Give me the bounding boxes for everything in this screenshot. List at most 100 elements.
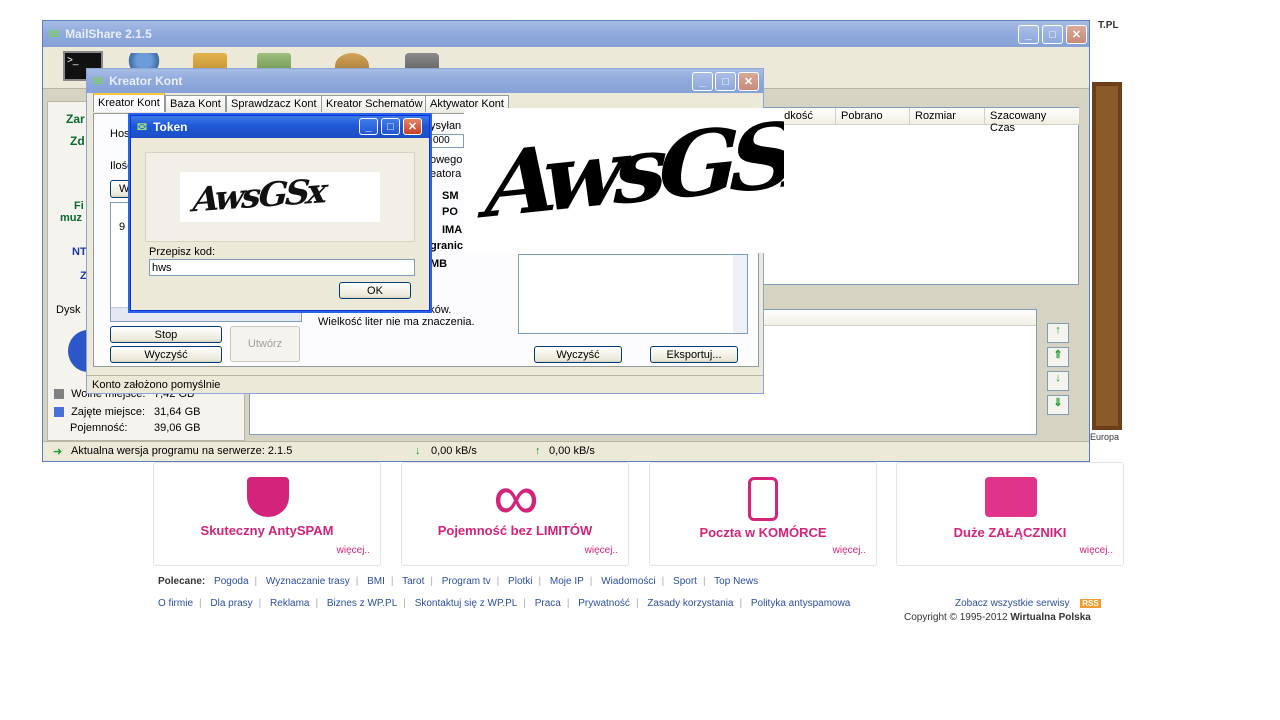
option-po[interactable]: PO — [442, 206, 458, 218]
link-plotki[interactable]: Plotki — [508, 576, 532, 587]
granic-label: granic — [430, 240, 464, 252]
move-bottom-button[interactable]: ⇓ — [1047, 395, 1069, 415]
disk-label: Dysk — [56, 304, 81, 316]
link-moje-ip[interactable]: Moje IP — [550, 576, 584, 587]
mb-label: MB — [430, 258, 448, 270]
link-bmi[interactable]: BMI — [367, 576, 385, 587]
link-polityka[interactable]: Polityka antyspamowa — [751, 598, 851, 609]
captcha-zoom-text: AwsGSx — [473, 108, 784, 240]
mailshare-statusbar: ➜ Aktualna wersja programu na serwerze: … — [43, 441, 1089, 461]
all-services-text[interactable]: Zobacz wszystkie serwisy — [955, 598, 1069, 609]
link-wyznaczanie-trasy[interactable]: Wyznaczanie trasy — [266, 576, 350, 587]
create-button[interactable]: Utwórz — [230, 326, 300, 362]
maximize-button[interactable]: □ — [1042, 25, 1063, 44]
mailshare-title: MailShare 2.1.5 — [65, 27, 152, 41]
tab-baza-kont[interactable]: Baza Kont — [165, 95, 226, 112]
feature-card-antyspam[interactable]: Skuteczny AntySPAM więcej.. — [153, 462, 381, 566]
minimize-button[interactable]: _ — [1018, 25, 1039, 44]
token-titlebar[interactable]: ✉ Token _ □ ✕ — [131, 116, 429, 138]
recommended-label: Polecane: — [158, 576, 206, 587]
kreator-titlebar[interactable]: ✉ Kreator Kont _ □ ✕ — [87, 69, 763, 93]
kreator-minimize-button[interactable]: _ — [692, 72, 713, 91]
wp-header-text: T.PL — [1098, 20, 1119, 31]
move-down-button[interactable]: ↓ — [1047, 371, 1069, 391]
grid-header-eta[interactable]: Szacowany Czas — [985, 108, 1080, 134]
upload-speed-icon: ↑ — [535, 445, 541, 457]
captcha-text: AwsGSx — [187, 172, 330, 221]
kreator-statusbar: Konto założono pomyślnie — [87, 375, 763, 393]
grid-header-downloaded[interactable]: Pobrano — [836, 108, 910, 125]
link-kontakt[interactable]: Skontaktuj się z WP.PL — [415, 598, 518, 609]
link-zasady[interactable]: Zasady korzystania — [647, 598, 733, 609]
tab-kreator-kont[interactable]: Kreator Kont — [93, 93, 165, 112]
feature-card-pojemnosc[interactable]: ∞ Pojemność bez LIMITÓW więcej.. — [401, 462, 629, 566]
disk-stat-used: Zajęte miejsce: 31,64 GB — [54, 406, 234, 420]
legend-swatch-used — [54, 407, 64, 418]
footer-links: O firmie | Dla prasy | Reklama | Biznes z W… — [158, 598, 851, 609]
mailshare-app-icon: ✉ — [49, 27, 60, 41]
grid-header-size[interactable]: Rozmiar — [910, 108, 985, 125]
token-maximize-button[interactable]: □ — [381, 118, 400, 135]
option-sm[interactable]: SM — [442, 190, 459, 202]
ok-button[interactable]: OK — [339, 282, 411, 299]
nav-link-2[interactable]: Zd — [70, 134, 85, 148]
feature-card-komorka[interactable]: Poczta w KOMÓRCE więcej.. — [649, 462, 877, 566]
move-top-button[interactable]: ⇑ — [1047, 347, 1069, 367]
link-program-tv[interactable]: Program tv — [442, 576, 491, 587]
close-button[interactable]: ✕ — [1066, 25, 1087, 44]
tab-sprawdzacz-kont[interactable]: Sprawdzacz Kont — [226, 95, 322, 112]
link-top-news[interactable]: Top News — [714, 576, 758, 587]
captcha-zoom-overlay: AwsGSx — [464, 108, 784, 253]
link-prywatnosc[interactable]: Prywatność — [578, 598, 630, 609]
right-list[interactable] — [518, 254, 748, 334]
all-services-link[interactable]: Zobacz wszystkie serwisy RSS — [955, 598, 1101, 609]
link-o-firmie[interactable]: O firmie — [158, 598, 193, 609]
card-more-pojemnosc[interactable]: więcej.. — [585, 545, 618, 556]
link-pogoda[interactable]: Pogoda — [214, 576, 248, 587]
link-wiadomosci[interactable]: Wiadomości — [601, 576, 655, 587]
right-list-scrollbar[interactable] — [733, 255, 747, 333]
counter-input[interactable]: 000 — [430, 134, 464, 148]
downloads-grid[interactable]: Prędkość Pobrano Rozmiar Szacowany Czas — [761, 107, 1080, 285]
right-text-2: eatora — [430, 168, 462, 180]
clear-button-2[interactable]: Wyczyść — [534, 346, 622, 363]
copyright: Copyright © 1995-2012 Wirtualna Polska — [904, 612, 1091, 623]
list-row-number: 9 — [119, 221, 126, 233]
feature-card-zalaczniki[interactable]: Duże ZAŁĄCZNIKI więcej.. — [896, 462, 1124, 566]
stat-value-capacity: 39,06 GB — [154, 422, 201, 434]
link-biznes[interactable]: Biznes z WP.PL — [327, 598, 397, 609]
card-more-zalaczniki[interactable]: więcej.. — [1080, 545, 1113, 556]
side-text: Europa — [1090, 432, 1120, 442]
card-more-antyspam[interactable]: więcej.. — [337, 545, 370, 556]
kreator-status-text: Konto założono pomyślnie — [92, 379, 221, 391]
link-dla-prasy[interactable]: Dla prasy — [210, 598, 252, 609]
token-minimize-button[interactable]: _ — [359, 118, 378, 135]
move-up-button[interactable]: ↑ — [1047, 323, 1069, 343]
link-tarot[interactable]: Tarot — [402, 576, 424, 587]
tab-kreator-schematow[interactable]: Kreator Schematów — [321, 95, 428, 112]
card-more-komorka[interactable]: więcej.. — [833, 545, 866, 556]
nav-link-4[interactable]: muz — [60, 212, 82, 224]
nav-link-5[interactable]: NT — [72, 246, 87, 258]
w-button[interactable]: W — [110, 180, 132, 198]
kreator-close-button[interactable]: ✕ — [738, 72, 759, 91]
captcha-input[interactable] — [149, 259, 415, 276]
kreator-maximize-button[interactable]: □ — [715, 72, 736, 91]
link-reklama[interactable]: Reklama — [270, 598, 309, 609]
rss-icon[interactable]: RSS — [1080, 599, 1101, 608]
token-close-button[interactable]: ✕ — [403, 118, 422, 135]
link-sport[interactable]: Sport — [673, 576, 697, 587]
mailshare-titlebar[interactable]: ✉ MailShare 2.1.5 _ □ ✕ — [43, 21, 1089, 47]
link-praca[interactable]: Praca — [535, 598, 561, 609]
stop-button[interactable]: Stop — [110, 326, 222, 343]
nav-link-1[interactable]: Zar — [66, 112, 85, 126]
right-text-1: owego — [430, 154, 463, 166]
nav-link-3[interactable]: Fi — [74, 200, 84, 212]
token-dialog: ✉ Token _ □ ✕ AwsGSx Przepisz kod: OK — [130, 115, 430, 311]
export-button[interactable]: Eksportuj... — [650, 346, 738, 363]
option-ima[interactable]: IMA — [442, 224, 462, 236]
clear-button[interactable]: Wyczyść — [110, 346, 222, 363]
infinity-icon: ∞ — [493, 461, 539, 533]
kreator-title: Kreator Kont — [109, 74, 183, 88]
counter-value: 000 — [433, 135, 450, 146]
